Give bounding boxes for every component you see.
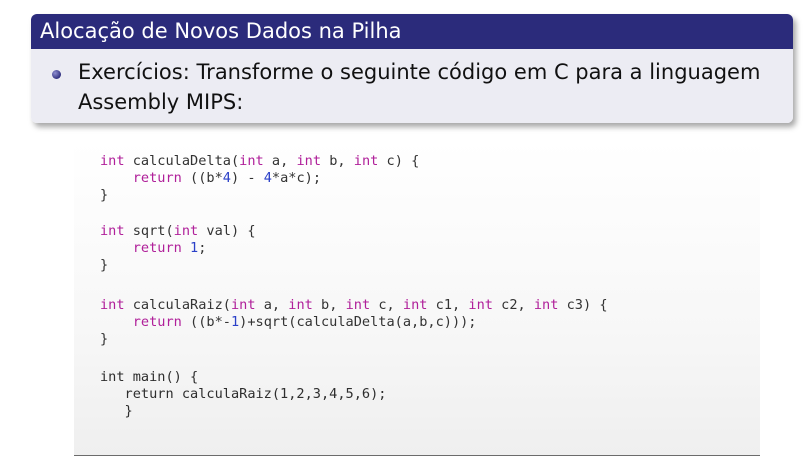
code-line-12: } bbox=[100, 403, 133, 419]
code-line-2: return ((b*4) - 4*a*c); bbox=[132, 170, 322, 186]
code-line-11: return calculaRaiz(1,2,3,4,5,6); bbox=[100, 386, 387, 402]
code-line-7: int calculaRaiz(int a, int b, int c, int… bbox=[100, 297, 608, 313]
bullet-icon bbox=[52, 70, 61, 79]
code-line-1: int calculaDelta(int a, int b, int c) { bbox=[100, 153, 420, 169]
code-line-5: return 1; bbox=[132, 240, 207, 256]
code-line-8: return ((b*-1)+sqrt(calculaDelta(a,b,c))… bbox=[132, 314, 477, 330]
code-line-4: int sqrt(int val) { bbox=[100, 223, 256, 239]
bullet-text: Exercícios: Transforme o seguinte código… bbox=[78, 60, 761, 114]
code-line-6: } bbox=[100, 257, 109, 273]
slide-title: Alocação de Novos Dados na Pilha bbox=[31, 14, 793, 49]
code-line-10: int main() { bbox=[100, 369, 199, 385]
code-line-9: } bbox=[100, 331, 109, 347]
code-line-3: } bbox=[100, 187, 109, 203]
code-screenshot: int calculaDelta(int a, int b, int c) { … bbox=[74, 141, 760, 456]
slide-block: Alocação de Novos Dados na Pilha Exercíc… bbox=[31, 14, 793, 123]
block-body: Exercícios: Transforme o seguinte código… bbox=[31, 49, 793, 123]
